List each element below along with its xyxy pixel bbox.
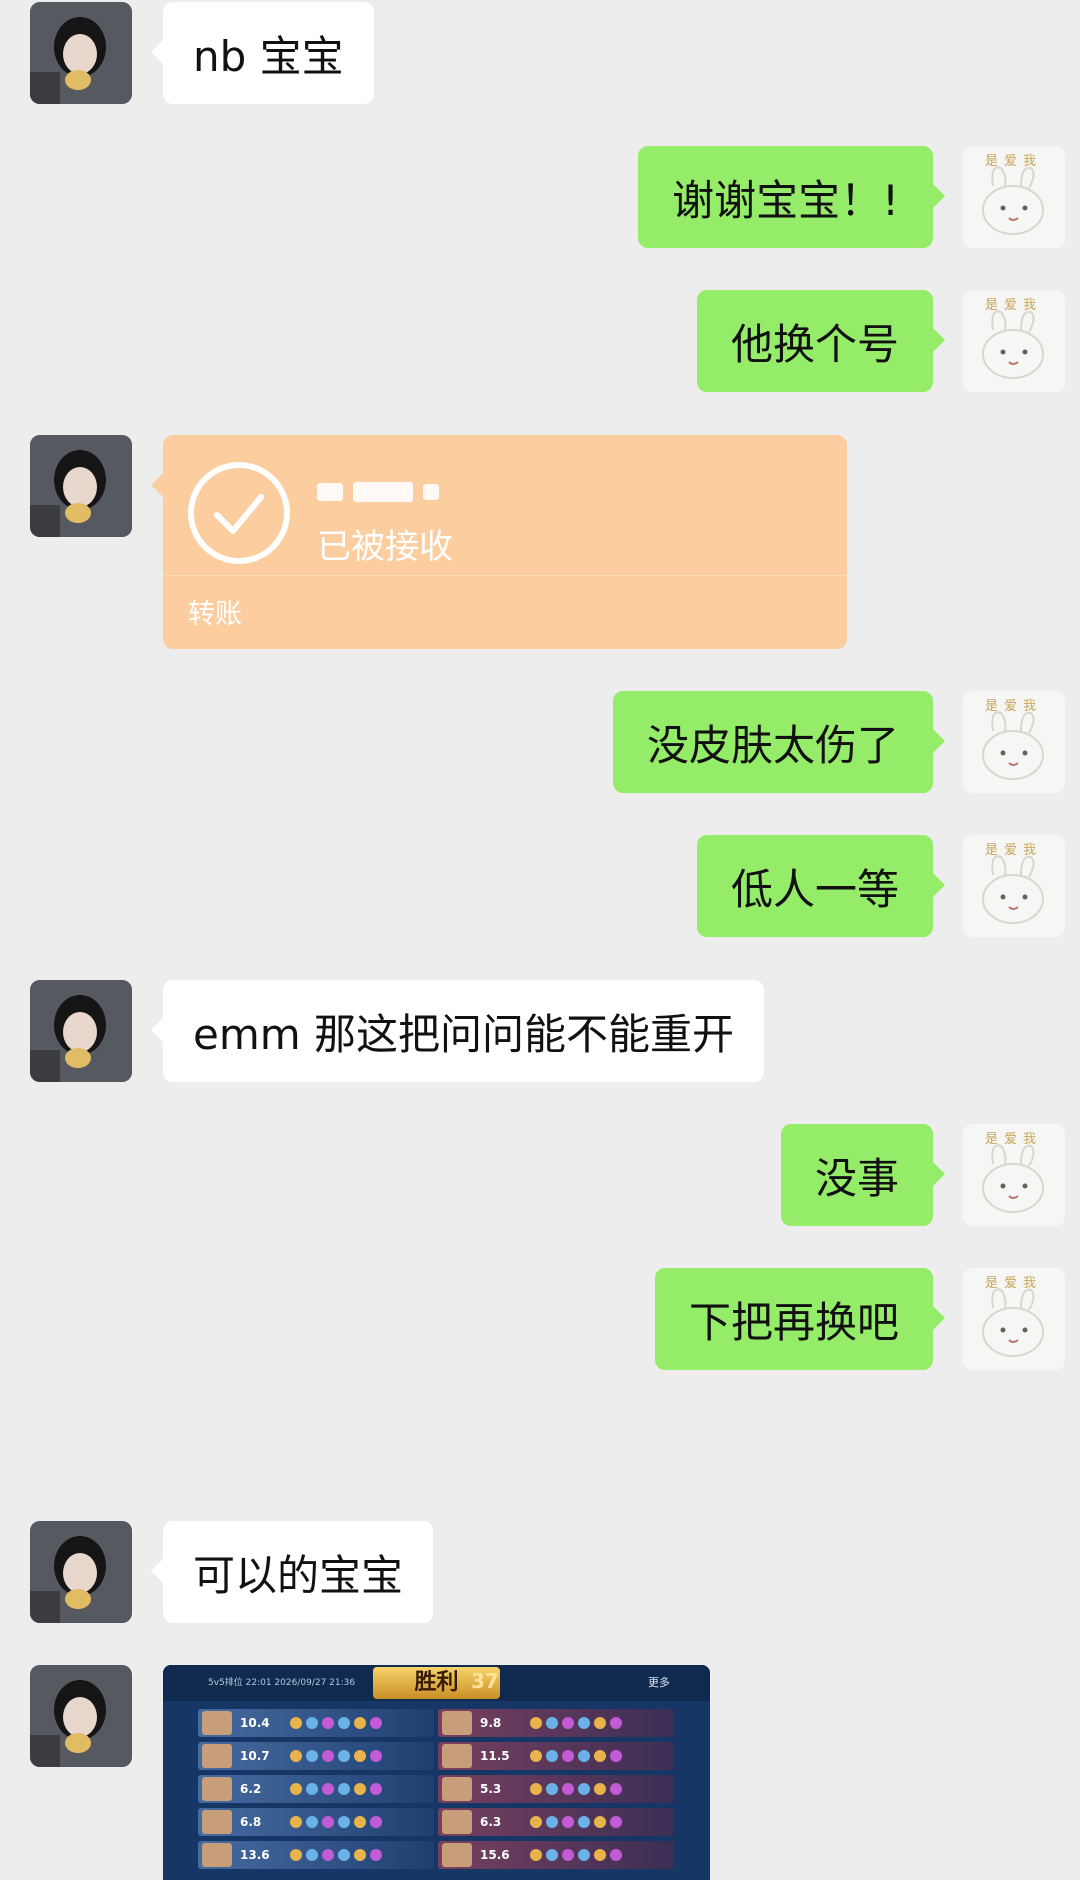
player-rating: 5.3 [480, 1782, 502, 1796]
player-rating: 11.5 [480, 1749, 510, 1763]
left-team-panel: 10.4 10.7 6.2 6.8 13.6 [198, 1709, 434, 1875]
player-row: 6.2 [198, 1775, 434, 1803]
avatar-photo [30, 1521, 132, 1623]
equipment-icons [290, 1750, 382, 1762]
player-row: 11.5 [438, 1742, 674, 1770]
game-corner-label: 更多 [648, 1676, 670, 1689]
transfer-card[interactable]: 已被接收 转账 [151, 435, 847, 649]
hero-portrait [442, 1810, 472, 1834]
equipment-icons [530, 1849, 622, 1861]
hero-portrait [202, 1843, 232, 1867]
player-row: 10.7 [198, 1742, 434, 1770]
transfer-status: 已被接收 [317, 527, 453, 567]
player-rating: 10.4 [240, 1716, 270, 1730]
message-text: 下把再换吧 [688, 1297, 899, 1347]
player-row: 15.6 [438, 1841, 674, 1869]
contact-avatar[interactable] [30, 1521, 132, 1623]
sticker-caption: 是爱我 [985, 154, 1043, 169]
transfer-label: 转账 [188, 599, 242, 630]
equipment-icons [290, 1816, 382, 1828]
avatar-photo [30, 980, 132, 1082]
message-bubble-sent[interactable]: 谢谢宝宝！! [638, 146, 945, 248]
player-rating: 13.6 [240, 1848, 270, 1862]
message-text: nb 宝宝 [193, 31, 344, 81]
player-row: 10.4 [198, 1709, 434, 1737]
hero-portrait [442, 1843, 472, 1867]
message-bubble-sent[interactable]: 没事 [780, 1124, 946, 1226]
transfer-amount-blurred [317, 473, 577, 511]
avatar-photo [30, 435, 132, 537]
message-bubble-received[interactable]: nb 宝宝 [151, 2, 374, 104]
sticker-caption: 是爱我 [985, 298, 1043, 313]
sticker-caption: 是爱我 [985, 699, 1043, 714]
hero-portrait [202, 1711, 232, 1735]
message-text: emm 那这把问问能不能重开 [193, 1009, 735, 1059]
player-row: 5.3 [438, 1775, 674, 1803]
hero-portrait [442, 1744, 472, 1768]
equipment-icons [530, 1717, 622, 1729]
player-row: 13.6 [198, 1841, 434, 1869]
self-avatar[interactable]: 是爱我 [963, 1124, 1065, 1226]
hero-portrait [202, 1777, 232, 1801]
player-rating: 9.8 [480, 1716, 502, 1730]
check-circle-icon [188, 462, 290, 564]
contact-avatar[interactable] [30, 435, 132, 537]
equipment-icons [530, 1816, 622, 1828]
sticker-caption: 是爱我 [985, 1132, 1043, 1147]
self-avatar[interactable]: 是爱我 [963, 835, 1065, 937]
player-rating: 6.2 [240, 1782, 262, 1796]
message-bubble-sent[interactable]: 低人一等 [696, 835, 946, 937]
hero-portrait [442, 1777, 472, 1801]
message-text: 没事 [814, 1153, 899, 1203]
equipment-icons [290, 1717, 382, 1729]
equipment-icons [530, 1750, 622, 1762]
message-text: 他换个号 [730, 319, 899, 369]
contact-avatar[interactable] [30, 2, 132, 104]
message-bubble-received[interactable]: 可以的宝宝 [150, 1521, 434, 1623]
contact-avatar[interactable] [30, 1665, 132, 1767]
self-avatar[interactable]: 是爱我 [963, 146, 1065, 248]
player-row: 9.8 [438, 1709, 674, 1737]
divider [163, 575, 847, 576]
player-rating: 6.8 [240, 1815, 262, 1829]
player-row: 6.8 [198, 1808, 434, 1836]
message-text: 谢谢宝宝！! [672, 175, 899, 225]
message-bubble-sent[interactable]: 他换个号 [696, 290, 946, 392]
equipment-icons [290, 1783, 382, 1795]
player-rating: 6.3 [480, 1815, 502, 1829]
contact-avatar[interactable] [30, 980, 132, 1082]
hero-portrait [442, 1711, 472, 1735]
avatar-photo [30, 2, 132, 104]
hero-portrait [202, 1810, 232, 1834]
player-rating: 15.6 [480, 1848, 510, 1862]
player-row: 6.3 [438, 1808, 674, 1836]
game-result-image[interactable]: 5v5排位 22:01 2026/09/27 21:36 32 胜利 37 更多… [163, 1665, 710, 1880]
self-avatar[interactable]: 是爱我 [963, 691, 1065, 793]
avatar-photo [30, 1665, 132, 1767]
message-bubble-sent[interactable]: 没皮肤太伤了 [612, 691, 946, 793]
right-team-score: 37 [471, 1669, 499, 1693]
self-avatar[interactable]: 是爱我 [963, 1268, 1065, 1370]
equipment-icons [530, 1783, 622, 1795]
hero-portrait [202, 1744, 232, 1768]
player-rating: 10.7 [240, 1749, 270, 1763]
message-text: 低人一等 [730, 864, 899, 914]
message-text: 可以的宝宝 [193, 1550, 404, 1600]
right-team-panel: 9.8 11.5 5.3 6.3 15.6 [438, 1709, 674, 1875]
sticker-caption: 是爱我 [985, 843, 1043, 858]
message-text: 没皮肤太伤了 [646, 720, 899, 770]
self-avatar[interactable]: 是爱我 [963, 290, 1065, 392]
message-bubble-sent[interactable]: 下把再换吧 [654, 1268, 946, 1370]
message-bubble-received[interactable]: emm 那这把问问能不能重开 [150, 980, 765, 1082]
game-meta: 5v5排位 22:01 2026/09/27 21:36 [208, 1678, 356, 1688]
sticker-caption: 是爱我 [985, 1276, 1043, 1291]
equipment-icons [290, 1849, 382, 1861]
